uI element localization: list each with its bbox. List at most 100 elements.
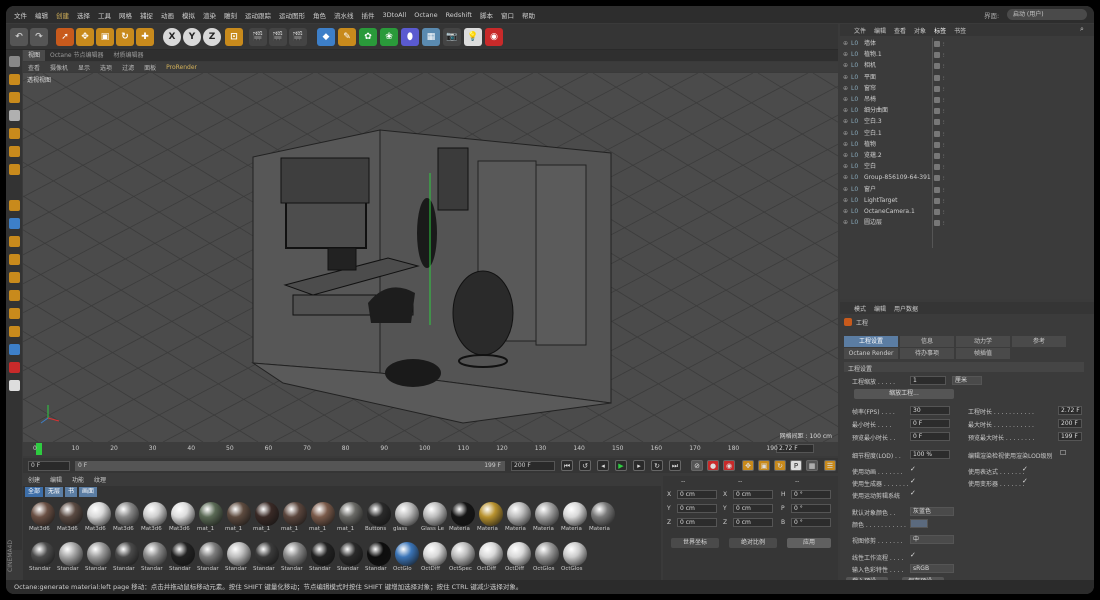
object-row[interactable]: ⊕ L0 OctaneCamera.1 ⁝	[840, 206, 1094, 217]
attribute-menu-item[interactable]: 模式	[850, 304, 870, 313]
material-swatch[interactable]: Standar	[57, 542, 84, 574]
object-menu-item[interactable]: 编辑	[870, 26, 890, 35]
menu-item[interactable]: 运动跟踪	[241, 10, 275, 20]
object-expand-icon[interactable]: ⊕	[843, 60, 848, 71]
material-swatch[interactable]: Materia	[533, 502, 560, 534]
coord-field[interactable]: 0 °	[791, 504, 831, 513]
material-filter-tab[interactable]: 画面	[79, 487, 98, 497]
object-row[interactable]: ⊕ L0 圆边层 ⁝	[840, 217, 1094, 228]
material-swatch[interactable]: OctGlos	[561, 542, 588, 574]
visibility-dots-icon[interactable]	[934, 97, 940, 103]
menu-item[interactable]: 创建	[52, 10, 73, 20]
texture-mode-icon[interactable]	[9, 92, 20, 103]
preview-max-field[interactable]: 199 F	[1058, 432, 1082, 441]
object-expand-icon[interactable]: ⊕	[843, 172, 848, 183]
coord-mode-scale[interactable]: 绝对比例	[729, 538, 777, 548]
coord-mode-world[interactable]: 世界坐标	[671, 538, 719, 548]
y-axis-toggle[interactable]: Y	[183, 28, 201, 46]
object-expand-icon[interactable]: ⊕	[843, 38, 848, 49]
points-mode-icon[interactable]	[9, 128, 20, 139]
visibility-dots-icon[interactable]	[934, 164, 940, 171]
visibility-dots-icon[interactable]	[934, 119, 940, 126]
floor-icon[interactable]: ▦	[422, 28, 440, 46]
end-frame-field[interactable]: 200 F	[511, 461, 555, 471]
object-row[interactable]: ⊕ L0 Group-856109-64-391 ⁝	[840, 172, 1094, 183]
visibility-dots-icon[interactable]	[934, 63, 940, 70]
record-key-icon[interactable]: ●	[707, 460, 719, 471]
material-swatch[interactable]: Mat3d6	[85, 502, 112, 534]
linear-workflow-checkbox[interactable]: ✓	[910, 551, 916, 559]
attribute-tab[interactable]: Octane Render	[844, 348, 898, 359]
visibility-dots-icon[interactable]	[934, 130, 940, 137]
snap-icon[interactable]	[9, 236, 20, 247]
material-swatch[interactable]: Mat3d6	[169, 502, 196, 534]
object-row[interactable]: ⊕ L0 吊椅 ⁝	[840, 94, 1094, 105]
coordinate-system-icon[interactable]: ⊡	[225, 28, 243, 46]
menu-item[interactable]: 插件	[358, 10, 379, 20]
material-swatch[interactable]: Mat3d6	[29, 502, 56, 534]
camera-icon[interactable]: 📷	[443, 28, 461, 46]
object-menu-item[interactable]: 查看	[890, 26, 910, 35]
visibility-dots-icon[interactable]	[934, 175, 940, 182]
object-row[interactable]: ⊕ L0 细分曲面 ⁝	[840, 105, 1094, 116]
material-swatch[interactable]: Standar	[169, 542, 196, 574]
coord-field[interactable]: 0 cm	[733, 504, 773, 513]
menu-item[interactable]: 选择	[73, 10, 94, 20]
menu-item[interactable]: 角色	[309, 10, 330, 20]
scale-field[interactable]: 1	[910, 376, 946, 385]
object-expand-icon[interactable]: ⊕	[843, 128, 848, 139]
scale-project-button[interactable]: 缩放工程...	[854, 389, 954, 399]
viewport-tab[interactable]: 视图	[23, 50, 46, 61]
attribute-tab[interactable]: 参考	[1012, 336, 1066, 347]
coord-field[interactable]: 0 cm	[733, 518, 773, 527]
use-deformers-checkbox[interactable]: ✓	[1022, 477, 1028, 485]
object-menu-item[interactable]: 书签	[950, 26, 970, 35]
material-swatch[interactable]: Standar	[365, 542, 392, 574]
visibility-dots-icon[interactable]	[934, 52, 940, 59]
attribute-menu-item[interactable]: 编辑	[870, 304, 890, 313]
object-menu-item[interactable]: 标签	[930, 26, 950, 35]
material-swatch[interactable]: OctDiff	[505, 542, 532, 574]
viewport-menu-item[interactable]: 显示	[73, 63, 95, 72]
next-key-icon[interactable]: ↻	[651, 460, 663, 471]
material-swatch[interactable]: Standar	[141, 542, 168, 574]
menu-item[interactable]: 工具	[94, 10, 115, 20]
material-swatch[interactable]: Buttons	[365, 502, 392, 534]
octane-live-viewer-icon[interactable]: ◉	[485, 28, 503, 46]
search-icon[interactable]: ⌕	[1080, 25, 1084, 34]
cloner-icon[interactable]: ❀	[380, 28, 398, 46]
attribute-tab[interactable]: 帧插值	[956, 348, 1010, 359]
viewport-menu-item[interactable]: 查看	[23, 63, 45, 72]
object-row[interactable]: ⊕ L0 植物.1 ⁝	[840, 49, 1094, 60]
visibility-dots-icon[interactable]	[934, 74, 940, 81]
object-expand-icon[interactable]: ⊕	[843, 94, 848, 105]
attribute-tab[interactable]: 待办事项	[900, 348, 954, 359]
key-pla-icon[interactable]: ▦	[806, 460, 818, 471]
menu-item[interactable]: 网格	[115, 10, 136, 20]
attribute-tab[interactable]: 工程设置	[844, 336, 898, 347]
material-swatch[interactable]: mat_1	[225, 502, 252, 534]
render-settings-icon[interactable]: 🎬	[289, 28, 307, 46]
play-icon[interactable]: ▶	[615, 460, 627, 471]
model-mode-icon[interactable]	[9, 74, 20, 85]
visibility-dots-icon[interactable]	[934, 108, 940, 115]
coord-field[interactable]: 0 cm	[677, 504, 717, 513]
object-expand-icon[interactable]: ⊕	[843, 206, 848, 217]
material-menu-item[interactable]: 编辑	[45, 476, 67, 486]
go-end-icon[interactable]: ⏭	[669, 460, 681, 471]
workplane-icon[interactable]	[9, 110, 20, 121]
coord-field[interactable]: 0 cm	[677, 518, 717, 527]
view-clipping-select[interactable]: 中	[910, 535, 954, 544]
material-swatch[interactable]: Standar	[113, 542, 140, 574]
select-tool-icon[interactable]: ➚	[56, 28, 74, 46]
attribute-tab[interactable]: 动力学	[956, 336, 1010, 347]
use-generators-checkbox[interactable]: ✓	[910, 477, 916, 485]
make-editable-icon[interactable]	[9, 56, 20, 67]
redo-icon[interactable]: ↷	[30, 28, 48, 46]
layout-select[interactable]: 启动 (用户)	[1007, 9, 1087, 20]
render-view-icon[interactable]: 🎬	[249, 28, 267, 46]
menu-item[interactable]: 帮助	[518, 10, 539, 20]
grid-icon[interactable]	[9, 344, 20, 355]
material-swatch[interactable]: Standar	[309, 542, 336, 574]
menu-item[interactable]: 编辑	[31, 10, 52, 20]
